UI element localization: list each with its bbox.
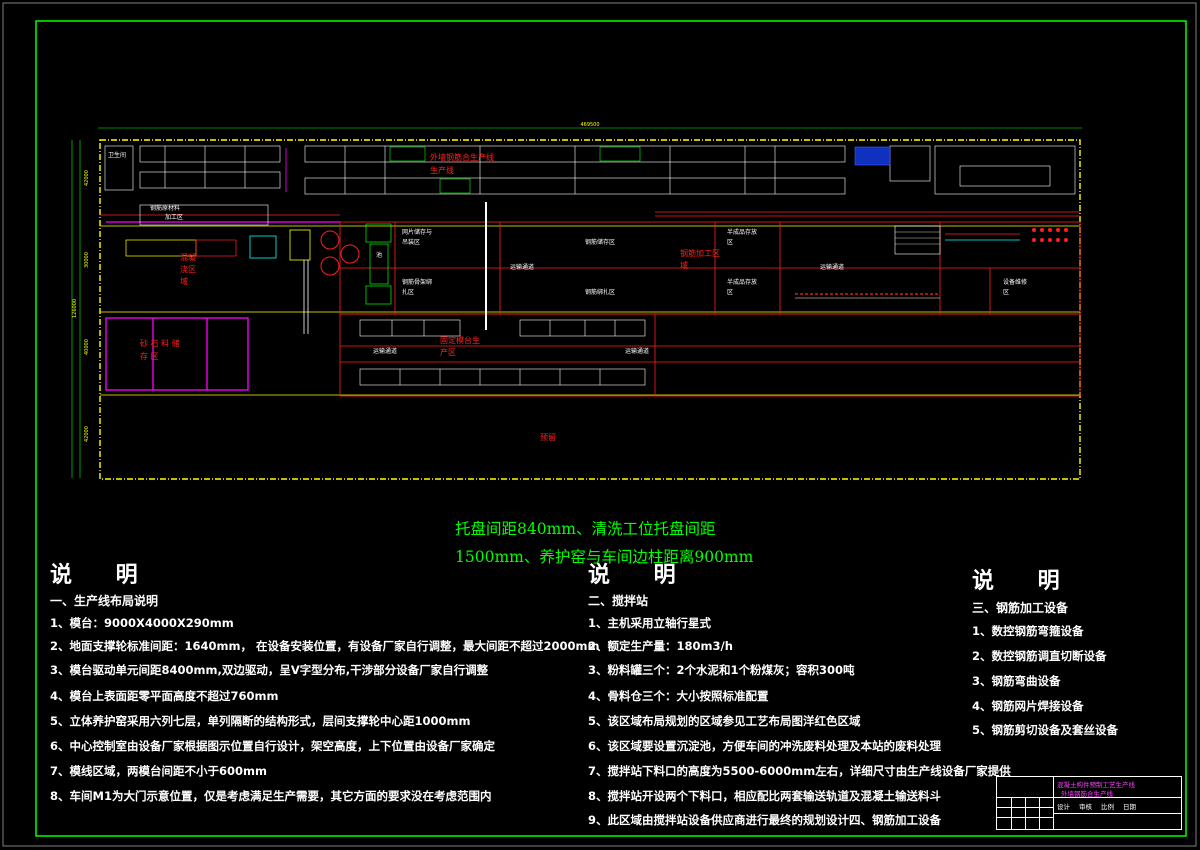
title-block-cell: 审核 (1079, 803, 1092, 811)
title-block-cell: 设计 (1057, 803, 1070, 811)
col1-item: 1、模台：9000X4000X290mm (50, 616, 234, 630)
label-aisle-3: 运输通道 (373, 347, 397, 355)
col2-item: 7、搅拌站下料口的高度为5500-6000mm左右，详细尺寸由生产线设备厂家提供 (588, 764, 1011, 778)
col1-item: 5、立体养护窑采用六列七层，单列隔断的结构形式，层间支撑轮中心距1000mm (50, 714, 471, 728)
top-dimension-text: 469500 (580, 122, 599, 128)
label-gate-room: 卫生间 (108, 151, 126, 159)
col2-item: 3、粉料罐三个：2个水泥和1个粉煤灰；容积300吨 (588, 663, 855, 677)
col1-item: 2、地面支撑轮标准间距：1640mm， 在设备安装位置，有设备厂家自行调整，最大… (50, 639, 600, 653)
col2-section: 二、搅拌站 (588, 594, 649, 608)
label-steel-cage: 钢筋储存区 (585, 238, 615, 246)
label-aisle-4: 运输通道 (625, 347, 649, 355)
col1-title: 说 明 (50, 562, 156, 588)
title-block-cell: 日期 (1123, 803, 1136, 811)
label-pour-c: 域 (180, 276, 188, 286)
label-mesh-store-2: 吊装区 (402, 238, 420, 246)
col2-item: 1、主机采用立轴行星式 (588, 616, 712, 630)
col1-item: 6、中心控制室由设备厂家根据图示位置自行设计，架空高度，上下位置由设备厂家确定 (50, 739, 495, 753)
label-pour-a: 混凝 (180, 252, 196, 262)
building-outline (99, 139, 1081, 480)
label-semi-1b: 区 (727, 239, 733, 246)
label-rebar-work: 钢筋加工区 (680, 248, 720, 258)
label-yard: 预留 (540, 432, 556, 442)
col2-item: 9、此区域由搅拌站设备供应商进行最终的规划设计四、钢筋加工设备 (588, 813, 941, 827)
sand-store-outline (105, 221, 340, 391)
label-mesh-weld-1: 钢筋骨架绑 (402, 278, 432, 286)
left-dim-2: 30000 (84, 252, 90, 268)
label-green-box: 池 (376, 251, 382, 259)
left-dim-3: 40000 (84, 339, 90, 355)
label-aisle-2: 运输通道 (820, 263, 844, 271)
col1-item: 7、模线区域，两模台间距不小于600mm (50, 764, 267, 778)
left-dim-total: 126000 (72, 299, 78, 318)
col3-item: 4、钢筋网片焊接设备 (972, 699, 1084, 713)
label-equip-2: 区 (1003, 289, 1009, 296)
label-sand-store-b: 存 区 (140, 351, 159, 361)
label-rebar-store-sub: 加工区 (165, 213, 183, 221)
label-pour-b: 浇区 (180, 264, 196, 274)
label-rebar-work-b: 域 (680, 260, 688, 270)
top-production-line (104, 145, 1076, 195)
col1-item: 4、模台上表面距零平面高度不超过760mm (50, 689, 279, 703)
col2-item: 6、该区域要设置沉淀池，方便车间的冲洗废料处理及本站的废料处理 (588, 739, 941, 753)
label-semi-2b: 区 (727, 289, 733, 296)
col2-title: 说 明 (588, 562, 694, 588)
label-semi-1: 半成品存放 (727, 228, 757, 236)
left-dim-4: 42000 (84, 426, 90, 442)
col1-section: 一、生产线布局说明 (50, 594, 159, 608)
green-boxes (365, 223, 392, 305)
col3-item: 1、数控钢筋弯箍设备 (972, 624, 1084, 638)
col3-item: 5、钢筋剪切设备及套丝设备 (972, 723, 1119, 737)
col2-item: 2、额定生产量：180m3/h (588, 639, 733, 653)
col3-section: 三、钢筋加工设备 (972, 601, 1069, 615)
col1-item: 3、模台驱动单元间距8400mm,双边驱动，呈V字型分布,干涉部分设备厂家自行调… (50, 663, 489, 677)
label-fixed-line-a: 固定模台生 (440, 335, 480, 345)
col2-item: 8、搅拌站开设两个下料口，相应配比两套输送轨道及混凝土输送料斗 (588, 789, 941, 803)
label-rebar-store: 钢筋原材料 (150, 204, 180, 212)
col3-item: 2、数控钢筋调直切断设备 (972, 649, 1107, 663)
col3-item: 3、钢筋弯曲设备 (972, 674, 1061, 688)
col1-item: 8、车间M1为大门示意位置，仅是考虑满足生产需要，其它方面的要求没在考虑范围内 (50, 789, 492, 803)
title-block-cell: 比例 (1101, 803, 1114, 811)
top-line-green (389, 146, 641, 194)
label-fixed-line-b: 产区 (440, 347, 456, 357)
label-aisle-1: 运输通道 (510, 263, 534, 271)
label-shell-line-2: 生产线 (430, 165, 454, 175)
title-block: 混凝土构件预制工艺生产线 外墙钢筋合生产线 设计 审核 比例 日期 (996, 776, 1182, 830)
title-block-line-2: 外墙钢筋合生产线 (1061, 790, 1113, 798)
label-mesh-store-1: 网片储存与 (402, 228, 432, 236)
col2-item: 5、该区域布局规划的区域参见工艺布局图洋红色区域 (588, 714, 861, 728)
blue-block (854, 146, 891, 166)
label-steel-cage-2: 钢筋绑扎区 (585, 288, 615, 296)
fixed-mold-boxes (359, 319, 646, 386)
label-semi-2: 半成品存放 (727, 278, 757, 286)
label-shell-line: 外墙钢筋合生产线 (430, 152, 494, 162)
label-equip-1: 设备维修 (1003, 278, 1027, 286)
col3-title: 说 明 (972, 568, 1078, 594)
label-mesh-weld-2: 扎区 (402, 288, 414, 296)
left-dim-1: 42000 (84, 170, 90, 186)
note-line-1: 托盘间距840mm、清洗工位托盘间距 (455, 520, 716, 538)
label-sand-store: 砂 石 料 储 (140, 338, 180, 348)
col2-item: 4、骨料仓三个：大小按照标准配置 (588, 689, 769, 703)
rebar-equipment (795, 225, 1068, 299)
